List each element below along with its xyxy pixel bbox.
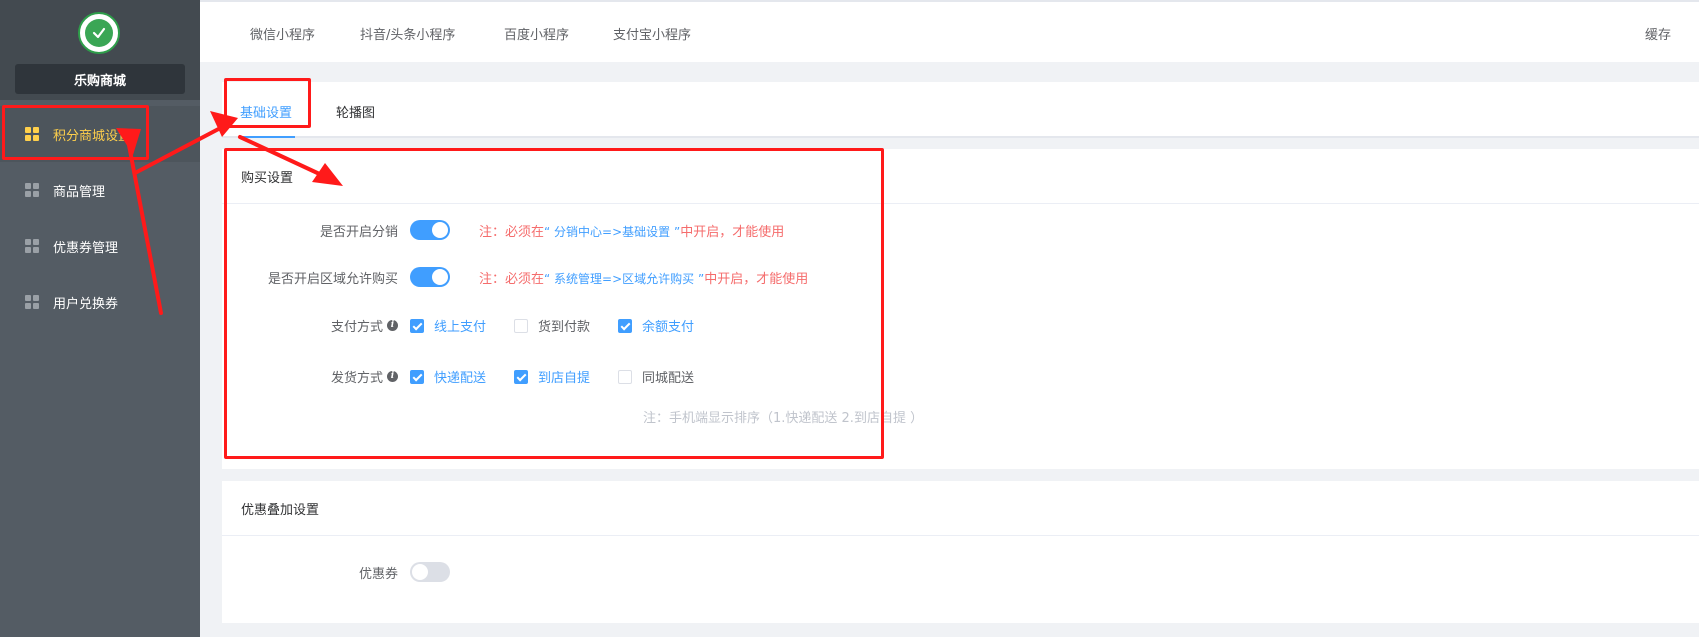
purchase-settings-card: 购买设置 是否开启分销 注：必须在“ 分销中心=>基础设置 ”中开启，才能使用 … — [222, 149, 1699, 469]
region-note: 注：必须在“ 系统管理=>区域允许购买 ”中开启，才能使用 — [479, 271, 809, 287]
discount-settings-card: 优惠叠加设置 优惠券 — [222, 481, 1699, 623]
distribution-row: 是否开启分销 注：必须在“ 分销中心=>基础设置 ”中开启，才能使用 — [222, 220, 784, 240]
sidebar-item-product-management[interactable]: 商品管理 — [0, 162, 200, 218]
active-tab-indicator — [240, 136, 295, 138]
store-name: 乐购商城 — [15, 64, 185, 94]
checkbox-cash-on-delivery[interactable]: 货到付款 — [514, 316, 590, 335]
tab-alipay-miniprogram[interactable]: 支付宝小程序 — [613, 24, 691, 43]
tab-carousel[interactable]: 轮播图 — [336, 102, 375, 121]
checkbox-online-payment[interactable]: 线上支付 — [410, 316, 486, 335]
grid-icon — [25, 239, 39, 253]
tab-douyin-miniprogram[interactable]: 抖音/头条小程序 — [360, 24, 455, 43]
info-icon[interactable]: i — [387, 371, 398, 382]
sidebar-item-label: 用户兑换券 — [53, 296, 119, 312]
top-navbar: 微信小程序 抖音/头条小程序 百度小程序 支付宝小程序 缓存 — [200, 0, 1699, 62]
grid-icon — [25, 295, 39, 309]
form-label: 发货方式 i — [222, 367, 410, 386]
tab-basic-settings[interactable]: 基础设置 — [240, 102, 292, 121]
form-label: 是否开启分销 — [319, 224, 398, 240]
checkbox-same-city-delivery[interactable]: 同城配送 — [618, 367, 694, 386]
payment-row: 支付方式 i 线上支付 货到付款 余额支付 — [222, 316, 722, 335]
logo-area: 乐购商城 — [0, 0, 200, 100]
store-logo — [78, 12, 120, 54]
tab-wechat-miniprogram[interactable]: 微信小程序 — [250, 24, 315, 43]
form-label: 支付方式 i — [222, 316, 410, 335]
card-title: 购买设置 — [222, 149, 1699, 204]
checkbox-balance-payment[interactable]: 余额支付 — [618, 316, 694, 335]
sidebar-item-coupon-management[interactable]: 优惠券管理 — [0, 218, 200, 274]
coupon-row: 优惠券 — [222, 562, 450, 582]
logo-icon — [85, 19, 113, 47]
sidebar-item-label: 商品管理 — [53, 184, 106, 200]
tab-baidu-miniprogram[interactable]: 百度小程序 — [504, 24, 569, 43]
sidebar: 乐购商城 积分商城设置 商品管理 优惠券管理 用户兑换券 — [0, 0, 200, 637]
coupon-switch[interactable] — [410, 562, 450, 582]
sidebar-item-label: 积分商城设置 — [53, 128, 132, 144]
delivery-row: 发货方式 i 快递配送 到店自提 同城配送 — [222, 367, 722, 386]
distribution-switch[interactable] — [410, 220, 450, 240]
form-label: 是否开启区域允许购买 — [267, 271, 398, 287]
form-label: 优惠券 — [358, 566, 398, 582]
region-row: 是否开启区域允许购买 注：必须在“ 系统管理=>区域允许购买 ”中开启，才能使用 — [222, 267, 808, 287]
card-title: 优惠叠加设置 — [222, 481, 1699, 536]
info-icon[interactable]: i — [387, 320, 398, 331]
grid-icon — [25, 183, 39, 197]
delivery-order-hint: 注：手机端显示排序（1.快递配送 2.到店自提 ） — [643, 411, 924, 426]
sidebar-item-points-mall-settings[interactable]: 积分商城设置 — [0, 106, 200, 162]
cache-button[interactable]: 缓存 — [1645, 24, 1671, 43]
checkbox-store-pickup[interactable]: 到店自提 — [514, 367, 590, 386]
grid-icon — [25, 127, 39, 141]
region-switch[interactable] — [410, 267, 450, 287]
settings-tabs: 基础设置 轮播图 — [222, 82, 1699, 138]
distribution-note: 注：必须在“ 分销中心=>基础设置 ”中开启，才能使用 — [479, 224, 785, 240]
sidebar-item-user-vouchers[interactable]: 用户兑换券 — [0, 274, 200, 330]
checkbox-express-delivery[interactable]: 快递配送 — [410, 367, 486, 386]
sidebar-item-label: 优惠券管理 — [53, 240, 119, 256]
